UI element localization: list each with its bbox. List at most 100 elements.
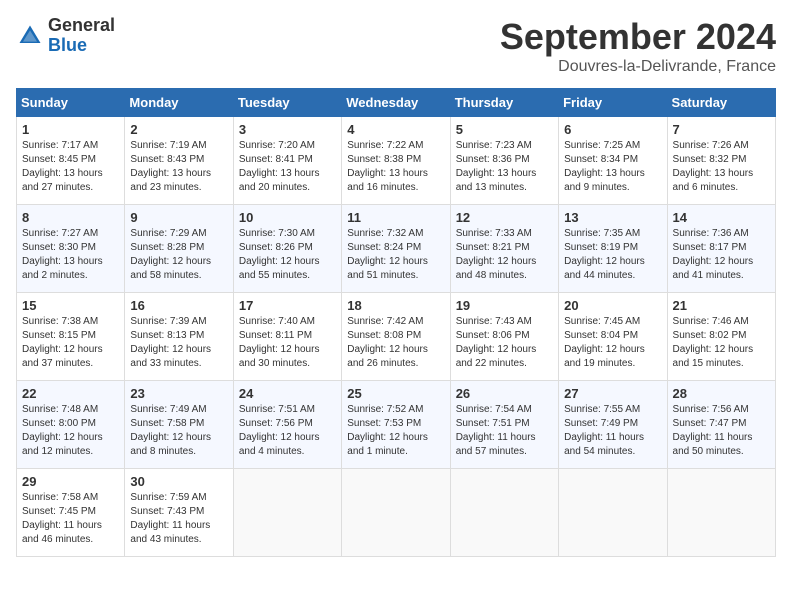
day-number-26: 26 xyxy=(456,386,553,401)
empty-cell-1 xyxy=(233,469,341,557)
day-number-3: 3 xyxy=(239,122,336,137)
day-cell-15: 15 Sunrise: 7:38 AMSunset: 8:15 PMDaylig… xyxy=(17,293,125,381)
day-info-3: Sunrise: 7:20 AMSunset: 8:41 PMDaylight:… xyxy=(239,139,336,195)
day-cell-18: 18 Sunrise: 7:42 AMSunset: 8:08 PMDaylig… xyxy=(342,293,450,381)
day-info-12: Sunrise: 7:33 AMSunset: 8:21 PMDaylight:… xyxy=(456,227,553,283)
day-number-4: 4 xyxy=(347,122,444,137)
day-number-5: 5 xyxy=(456,122,553,137)
day-cell-5: 5 Sunrise: 7:23 AMSunset: 8:36 PMDayligh… xyxy=(450,117,558,205)
day-info-19: Sunrise: 7:43 AMSunset: 8:06 PMDaylight:… xyxy=(456,315,553,371)
day-number-28: 28 xyxy=(673,386,770,401)
day-cell-20: 20 Sunrise: 7:45 AMSunset: 8:04 PMDaylig… xyxy=(559,293,667,381)
week-row-2: 8 Sunrise: 7:27 AMSunset: 8:30 PMDayligh… xyxy=(17,205,776,293)
day-cell-7: 7 Sunrise: 7:26 AMSunset: 8:32 PMDayligh… xyxy=(667,117,775,205)
day-number-30: 30 xyxy=(130,474,227,489)
day-info-2: Sunrise: 7:19 AMSunset: 8:43 PMDaylight:… xyxy=(130,139,227,195)
day-cell-11: 11 Sunrise: 7:32 AMSunset: 8:24 PMDaylig… xyxy=(342,205,450,293)
day-cell-26: 26 Sunrise: 7:54 AMSunset: 7:51 PMDaylig… xyxy=(450,381,558,469)
header-thursday: Thursday xyxy=(450,89,558,117)
day-cell-1: 1 Sunrise: 7:17 AMSunset: 8:45 PMDayligh… xyxy=(17,117,125,205)
empty-cell-5 xyxy=(667,469,775,557)
day-number-7: 7 xyxy=(673,122,770,137)
weekday-header-row: Sunday Monday Tuesday Wednesday Thursday… xyxy=(17,89,776,117)
day-info-16: Sunrise: 7:39 AMSunset: 8:13 PMDaylight:… xyxy=(130,315,227,371)
header-tuesday: Tuesday xyxy=(233,89,341,117)
day-info-28: Sunrise: 7:56 AMSunset: 7:47 PMDaylight:… xyxy=(673,403,770,459)
day-number-24: 24 xyxy=(239,386,336,401)
day-info-8: Sunrise: 7:27 AMSunset: 8:30 PMDaylight:… xyxy=(22,227,119,283)
day-number-10: 10 xyxy=(239,210,336,225)
day-info-17: Sunrise: 7:40 AMSunset: 8:11 PMDaylight:… xyxy=(239,315,336,371)
day-info-6: Sunrise: 7:25 AMSunset: 8:34 PMDaylight:… xyxy=(564,139,661,195)
day-info-7: Sunrise: 7:26 AMSunset: 8:32 PMDaylight:… xyxy=(673,139,770,195)
day-number-1: 1 xyxy=(22,122,119,137)
day-number-27: 27 xyxy=(564,386,661,401)
day-number-16: 16 xyxy=(130,298,227,313)
day-number-18: 18 xyxy=(347,298,444,313)
day-number-17: 17 xyxy=(239,298,336,313)
day-number-11: 11 xyxy=(347,210,444,225)
day-cell-19: 19 Sunrise: 7:43 AMSunset: 8:06 PMDaylig… xyxy=(450,293,558,381)
header-saturday: Saturday xyxy=(667,89,775,117)
day-info-20: Sunrise: 7:45 AMSunset: 8:04 PMDaylight:… xyxy=(564,315,661,371)
day-cell-24: 24 Sunrise: 7:51 AMSunset: 7:56 PMDaylig… xyxy=(233,381,341,469)
day-number-6: 6 xyxy=(564,122,661,137)
day-number-12: 12 xyxy=(456,210,553,225)
logo-text: General Blue xyxy=(48,16,115,56)
day-cell-27: 27 Sunrise: 7:55 AMSunset: 7:49 PMDaylig… xyxy=(559,381,667,469)
day-cell-29: 29 Sunrise: 7:58 AMSunset: 7:45 PMDaylig… xyxy=(17,469,125,557)
day-number-21: 21 xyxy=(673,298,770,313)
day-info-15: Sunrise: 7:38 AMSunset: 8:15 PMDaylight:… xyxy=(22,315,119,371)
day-cell-23: 23 Sunrise: 7:49 AMSunset: 7:58 PMDaylig… xyxy=(125,381,233,469)
day-number-29: 29 xyxy=(22,474,119,489)
day-number-13: 13 xyxy=(564,210,661,225)
day-cell-9: 9 Sunrise: 7:29 AMSunset: 8:28 PMDayligh… xyxy=(125,205,233,293)
day-number-19: 19 xyxy=(456,298,553,313)
day-info-10: Sunrise: 7:30 AMSunset: 8:26 PMDaylight:… xyxy=(239,227,336,283)
day-info-26: Sunrise: 7:54 AMSunset: 7:51 PMDaylight:… xyxy=(456,403,553,459)
day-cell-6: 6 Sunrise: 7:25 AMSunset: 8:34 PMDayligh… xyxy=(559,117,667,205)
day-number-8: 8 xyxy=(22,210,119,225)
day-info-22: Sunrise: 7:48 AMSunset: 8:00 PMDaylight:… xyxy=(22,403,119,459)
day-info-14: Sunrise: 7:36 AMSunset: 8:17 PMDaylight:… xyxy=(673,227,770,283)
month-title: September 2024 xyxy=(500,16,776,58)
day-number-23: 23 xyxy=(130,386,227,401)
day-cell-25: 25 Sunrise: 7:52 AMSunset: 7:53 PMDaylig… xyxy=(342,381,450,469)
week-row-5: 29 Sunrise: 7:58 AMSunset: 7:45 PMDaylig… xyxy=(17,469,776,557)
day-number-15: 15 xyxy=(22,298,119,313)
day-number-14: 14 xyxy=(673,210,770,225)
day-info-29: Sunrise: 7:58 AMSunset: 7:45 PMDaylight:… xyxy=(22,491,119,547)
empty-cell-2 xyxy=(342,469,450,557)
day-cell-21: 21 Sunrise: 7:46 AMSunset: 8:02 PMDaylig… xyxy=(667,293,775,381)
location-text: Douvres-la-Delivrande, France xyxy=(500,58,776,76)
day-info-24: Sunrise: 7:51 AMSunset: 7:56 PMDaylight:… xyxy=(239,403,336,459)
day-number-2: 2 xyxy=(130,122,227,137)
day-cell-4: 4 Sunrise: 7:22 AMSunset: 8:38 PMDayligh… xyxy=(342,117,450,205)
day-number-20: 20 xyxy=(564,298,661,313)
header-monday: Monday xyxy=(125,89,233,117)
day-cell-28: 28 Sunrise: 7:56 AMSunset: 7:47 PMDaylig… xyxy=(667,381,775,469)
day-info-21: Sunrise: 7:46 AMSunset: 8:02 PMDaylight:… xyxy=(673,315,770,371)
week-row-3: 15 Sunrise: 7:38 AMSunset: 8:15 PMDaylig… xyxy=(17,293,776,381)
day-cell-2: 2 Sunrise: 7:19 AMSunset: 8:43 PMDayligh… xyxy=(125,117,233,205)
calendar-table: Sunday Monday Tuesday Wednesday Thursday… xyxy=(16,88,776,557)
day-info-4: Sunrise: 7:22 AMSunset: 8:38 PMDaylight:… xyxy=(347,139,444,195)
week-row-4: 22 Sunrise: 7:48 AMSunset: 8:00 PMDaylig… xyxy=(17,381,776,469)
day-cell-30: 30 Sunrise: 7:59 AMSunset: 7:43 PMDaylig… xyxy=(125,469,233,557)
day-info-5: Sunrise: 7:23 AMSunset: 8:36 PMDaylight:… xyxy=(456,139,553,195)
day-info-11: Sunrise: 7:32 AMSunset: 8:24 PMDaylight:… xyxy=(347,227,444,283)
header-wednesday: Wednesday xyxy=(342,89,450,117)
logo-blue-text: Blue xyxy=(48,36,115,56)
day-cell-12: 12 Sunrise: 7:33 AMSunset: 8:21 PMDaylig… xyxy=(450,205,558,293)
day-info-18: Sunrise: 7:42 AMSunset: 8:08 PMDaylight:… xyxy=(347,315,444,371)
logo: General Blue xyxy=(16,16,115,56)
day-cell-3: 3 Sunrise: 7:20 AMSunset: 8:41 PMDayligh… xyxy=(233,117,341,205)
day-number-22: 22 xyxy=(22,386,119,401)
week-row-1: 1 Sunrise: 7:17 AMSunset: 8:45 PMDayligh… xyxy=(17,117,776,205)
header-friday: Friday xyxy=(559,89,667,117)
day-info-13: Sunrise: 7:35 AMSunset: 8:19 PMDaylight:… xyxy=(564,227,661,283)
day-info-25: Sunrise: 7:52 AMSunset: 7:53 PMDaylight:… xyxy=(347,403,444,459)
day-info-1: Sunrise: 7:17 AMSunset: 8:45 PMDaylight:… xyxy=(22,139,119,195)
day-number-9: 9 xyxy=(130,210,227,225)
day-cell-22: 22 Sunrise: 7:48 AMSunset: 8:00 PMDaylig… xyxy=(17,381,125,469)
